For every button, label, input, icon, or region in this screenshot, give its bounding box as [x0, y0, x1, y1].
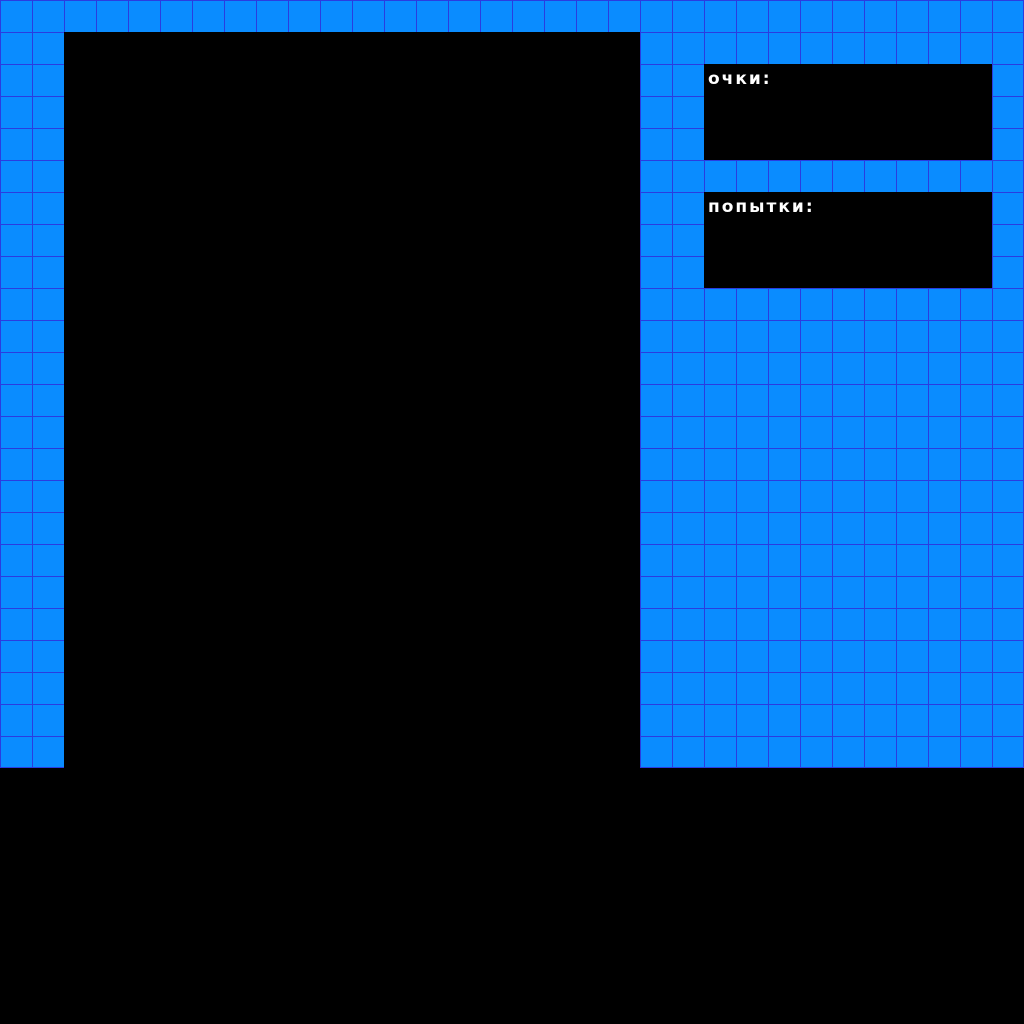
playfield: [64, 32, 640, 768]
attempts-panel: попытки:: [704, 192, 992, 288]
score-panel: очки:: [704, 64, 992, 160]
score-label: очки:: [708, 69, 772, 89]
bottom-empty-area: [0, 768, 1024, 1024]
attempts-label: попытки:: [708, 197, 815, 217]
board-frame: очки: попытки:: [0, 0, 1024, 768]
